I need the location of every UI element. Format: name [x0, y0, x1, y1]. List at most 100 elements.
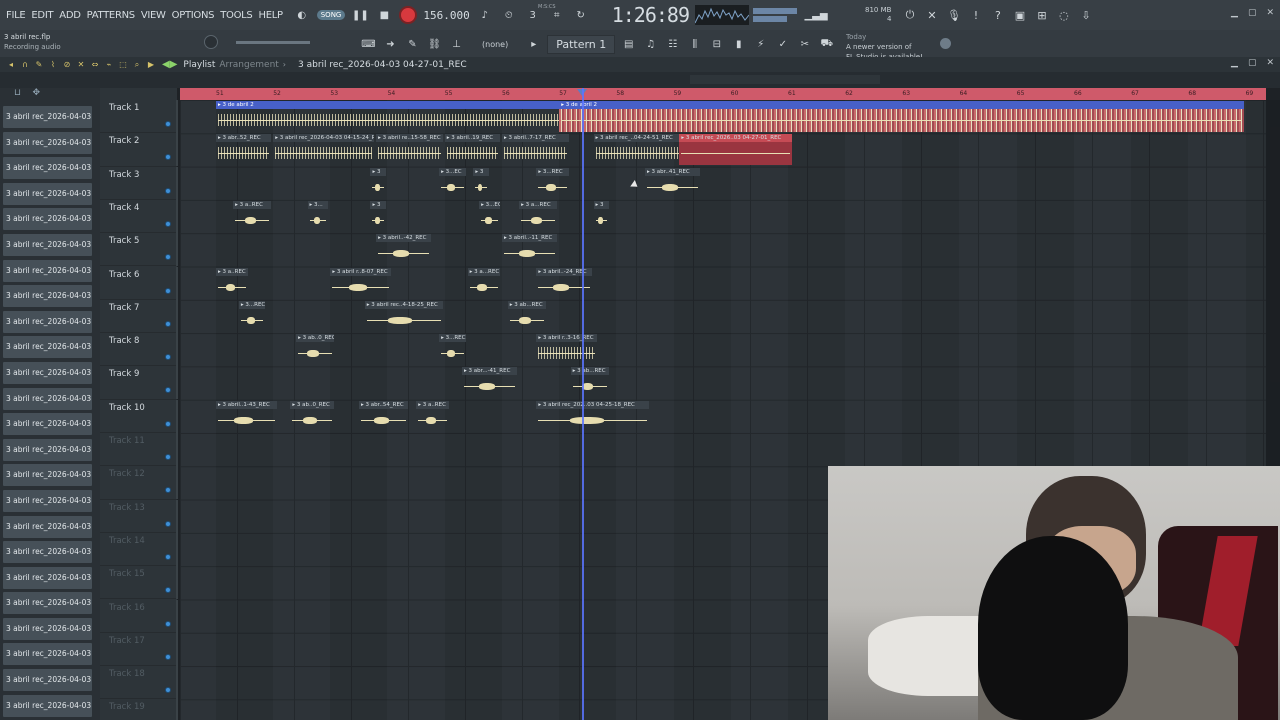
audio-clip[interactable]: ▸ 3...EC: [479, 200, 500, 232]
brush-tool-icon[interactable]: ⌇: [48, 60, 58, 70]
audio-clip[interactable]: ▸ 3 abril..19_REC: [444, 134, 500, 165]
audio-clip[interactable]: ▸ 3 de abril 2: [559, 101, 1244, 132]
playback-marker[interactable]: [582, 88, 585, 720]
pause-icon[interactable]: ❚❚: [351, 6, 369, 24]
link-icon[interactable]: ⛓: [426, 37, 443, 53]
track-resize-handle[interactable]: [176, 499, 178, 533]
mixer-view-icon[interactable]: ⫼: [686, 37, 703, 53]
tempo-tapper-icon[interactable]: ✓: [774, 37, 791, 53]
audio-clip[interactable]: ▸ 3 abr..54_REC: [359, 400, 409, 432]
master-volume-slider[interactable]: [236, 41, 310, 44]
pattern-item[interactable]: 3 abril rec_2026-04-03 0...: [3, 566, 92, 589]
track-mute-led-icon[interactable]: [165, 354, 171, 361]
pattern-item[interactable]: 3 abril rec_2026-04-03 0...: [3, 259, 92, 282]
wait-input-icon[interactable]: ⏲: [500, 6, 518, 24]
pattern-item[interactable]: 3 abril rec_2026-04-03 0...: [3, 464, 92, 487]
audio-clip[interactable]: ▸ 3...REC: [238, 300, 266, 332]
maximize-icon[interactable]: ▢: [1248, 8, 1257, 18]
track-resize-handle[interactable]: [176, 233, 178, 267]
audio-clip[interactable]: ▸ 3 abril..-11_REC: [502, 234, 558, 265]
track-header[interactable]: Track 18: [100, 666, 178, 700]
mute-tool-icon[interactable]: ✕: [76, 60, 86, 70]
stop-icon[interactable]: ■: [375, 6, 393, 24]
microphone-icon[interactable]: 🎙: [945, 7, 962, 24]
arrow-right-icon[interactable]: ➜: [382, 37, 399, 53]
audio-clip[interactable]: ▸ 3 ab..0_REC: [290, 400, 335, 432]
track-resize-handle[interactable]: [176, 333, 178, 367]
pattern-item[interactable]: 3 abril rec_2026-04-03 0...: [3, 336, 92, 359]
zoom-tool-icon[interactable]: ⌕: [132, 60, 142, 70]
delete-tool-icon[interactable]: ⊘: [62, 60, 72, 70]
playlist-maximize-icon[interactable]: ▢: [1248, 58, 1257, 68]
track-mute-led-icon[interactable]: [165, 121, 171, 127]
playlist-icon[interactable]: ▤: [620, 37, 637, 53]
audio-clip[interactable]: ▸ 3 abril rec_2026-04-03 04-15-24_REC: [273, 134, 375, 165]
pattern-item[interactable]: 3 abril rec_2026-04-03 0...: [3, 310, 92, 333]
track-resize-handle[interactable]: [176, 599, 178, 633]
pattern-item[interactable]: 3 abril rec_2026-04-03 0...: [3, 438, 92, 461]
track-resize-handle[interactable]: [176, 399, 178, 433]
close-icon[interactable]: ✕: [1266, 8, 1274, 18]
audio-clip[interactable]: ▸ 3 abril..7-17_REC: [502, 134, 569, 165]
playlist-minimize-icon[interactable]: ▁: [1231, 58, 1238, 68]
track-mute-led-icon[interactable]: [165, 653, 171, 660]
track-mute-led-icon[interactable]: [165, 254, 171, 261]
track-resize-handle[interactable]: [176, 699, 178, 720]
track-header[interactable]: Track 5: [100, 233, 178, 267]
minimize-icon[interactable]: ▁: [1231, 8, 1238, 18]
pattern-item[interactable]: 3 abril rec_2026-04-03 0...: [3, 592, 92, 615]
master-pitch-knob[interactable]: [204, 35, 218, 49]
pattern-item[interactable]: 3 abril rec_2026-04-03 0...: [3, 643, 92, 666]
browser-icon[interactable]: ⊟: [708, 37, 725, 53]
track-header[interactable]: Track 16: [100, 599, 178, 633]
track-header[interactable]: Track 6: [100, 266, 178, 300]
playback-tool-icon[interactable]: ▶: [146, 60, 156, 70]
file-icon[interactable]: ▮: [730, 37, 747, 53]
track-header[interactable]: Track 14: [100, 532, 178, 567]
song-mode-button[interactable]: SONG: [316, 10, 346, 20]
pattern-item[interactable]: 3 abril rec_2026-04-03 0...: [3, 694, 92, 717]
track-resize-handle[interactable]: [176, 666, 178, 700]
track-resize-handle[interactable]: [176, 433, 178, 466]
menu-item-options[interactable]: OPTIONS: [172, 10, 215, 21]
mixer-icon[interactable]: ⊞: [1033, 7, 1050, 24]
track-resize-handle[interactable]: [176, 133, 178, 167]
track-mute-led-icon[interactable]: [165, 620, 171, 627]
cpu-icon[interactable]: ⏻: [901, 7, 918, 24]
timeline-ruler[interactable]: 51 52 53 54 55 56 57 58 59 60 61 62 63 64 65 66 67 68 69: [180, 88, 1266, 100]
record-button[interactable]: [399, 6, 418, 24]
cut-icon[interactable]: ✂: [796, 37, 813, 53]
audio-clip[interactable]: ▸ 3 ab...REC: [570, 367, 609, 398]
select-tool-icon[interactable]: ⬚: [118, 60, 128, 70]
audio-clip[interactable]: ▸ 3 a...REC: [467, 267, 500, 299]
audio-clip[interactable]: ▸ 3 abr..41_REC: [645, 167, 701, 199]
pattern-item[interactable]: 3 abril rec_2026-04-03 0...: [3, 413, 92, 436]
menu-item-add[interactable]: ADD: [59, 10, 81, 21]
audio-clip[interactable]: ▸ 3: [370, 200, 386, 232]
audio-clip[interactable]: ▸ 3 de abril 2: [216, 101, 563, 132]
pattern-item[interactable]: 3 abril rec_2026-04-03 0...: [3, 489, 92, 512]
track-mute-led-icon[interactable]: [165, 320, 171, 327]
menu-item-view[interactable]: VIEW: [141, 10, 166, 21]
track-header[interactable]: Track 1: [100, 100, 178, 134]
track-header[interactable]: Track 15: [100, 566, 178, 600]
audio-clip[interactable]: ▸ 3: [593, 200, 609, 232]
menu-item-edit[interactable]: EDIT: [31, 10, 53, 21]
audio-clip[interactable]: ▸ 3 abril r..8-07_REC: [330, 267, 392, 299]
track-header[interactable]: Track 10: [100, 399, 178, 433]
pattern-item[interactable]: 3 abril rec_2026-04-03 0...: [3, 182, 92, 205]
track-mute-led-icon[interactable]: [165, 487, 171, 494]
track-header[interactable]: Track 13: [100, 499, 178, 533]
track-header[interactable]: Track 3: [100, 166, 178, 200]
track-mute-led-icon[interactable]: [165, 420, 171, 427]
plugin-icon[interactable]: ✕: [923, 7, 940, 24]
track-resize-handle[interactable]: [176, 366, 178, 400]
track-mute-led-icon[interactable]: [165, 587, 171, 594]
info-icon[interactable]: !: [967, 7, 984, 24]
globe-icon[interactable]: [940, 38, 951, 49]
pattern-item[interactable]: 3 abril rec_2026-04-03 0...: [3, 515, 92, 538]
overview-scroller[interactable]: [690, 75, 880, 84]
audio-clip[interactable]: ▸ 3...EC: [439, 167, 466, 199]
pattern-item[interactable]: 3 abril rec_2026-04-03 0...: [3, 233, 92, 256]
pattern-picker-icons[interactable]: ⊔ ✥: [14, 88, 40, 98]
